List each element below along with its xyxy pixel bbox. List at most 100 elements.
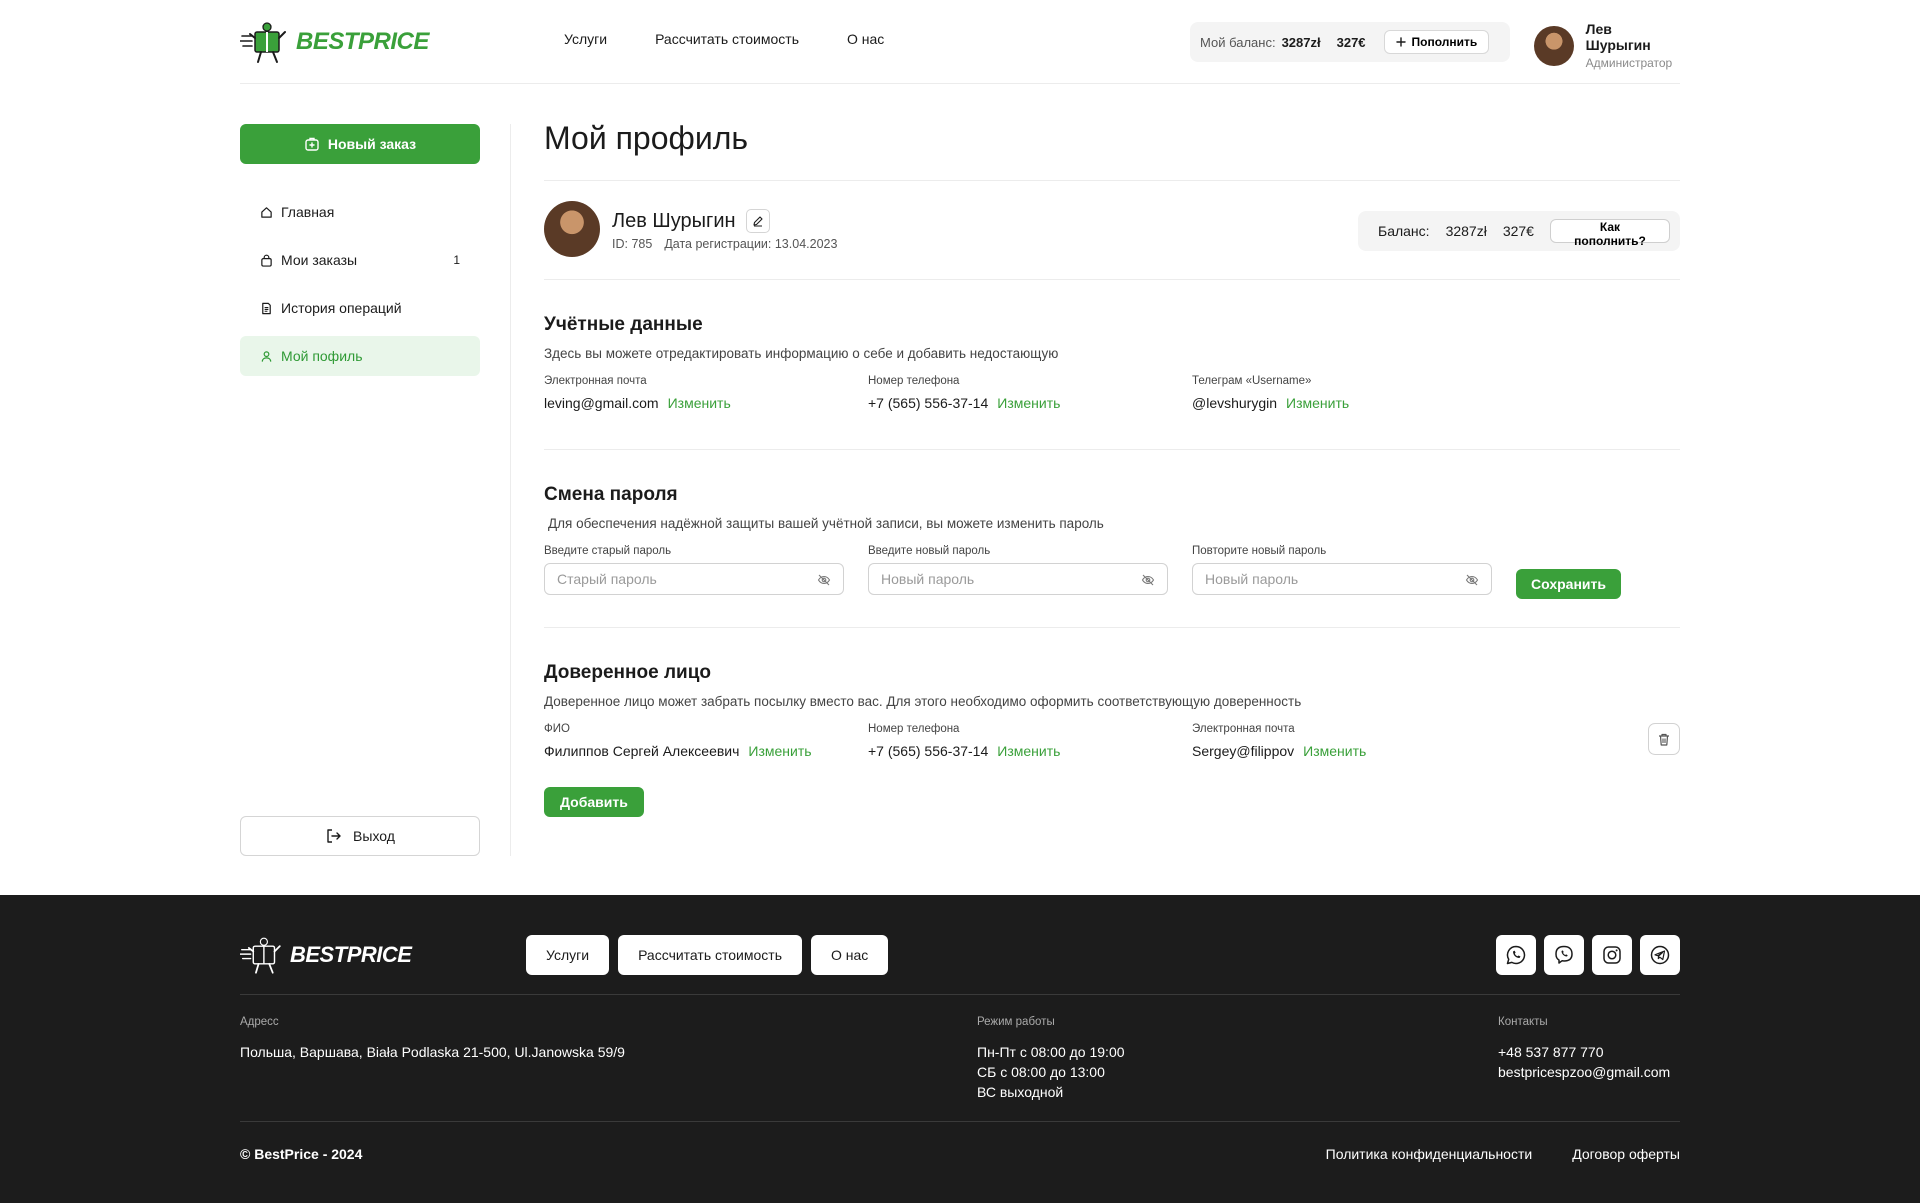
how-to-topup-button[interactable]: Как пополнить? — [1549, 219, 1670, 248]
logo-text-price: PRICE — [358, 28, 429, 55]
footer-logo[interactable]: BESTPRICE — [240, 935, 412, 975]
old-password-field: Введите старый пароль — [544, 545, 844, 595]
sidebar-item-label: Мой пофиль — [281, 348, 363, 364]
eye-off-icon[interactable] — [1465, 573, 1479, 587]
nav-calculate[interactable]: Рассчитать стоимость — [655, 31, 799, 47]
nav-services[interactable]: Услуги — [564, 31, 607, 47]
delete-trusted-button[interactable] — [1648, 723, 1680, 755]
trusted-email-field: Электронная почта Sergey@filippov Изменит… — [1192, 723, 1366, 759]
trusted-description: Доверенное лицо может забрать посылку вм… — [544, 694, 1302, 709]
document-icon — [260, 302, 273, 315]
trash-icon — [1657, 732, 1671, 747]
field-label: Электронная почта — [544, 375, 647, 387]
sidebar-item-home[interactable]: Главная — [240, 192, 480, 232]
profile-main: Мой профиль Лев Шурыгин ID: 785 Дата рег… — [544, 120, 1680, 817]
footer-contacts: Контакты +48 537 877 770 bestpricespzoo@… — [1498, 1016, 1670, 1082]
page-title: Мой профиль — [544, 120, 749, 156]
footer-nav-about[interactable]: О нас — [811, 935, 889, 975]
address-label: Адресс — [240, 1016, 279, 1028]
user-role: Администратор — [1585, 56, 1673, 70]
topup-button[interactable]: Пополнить — [1383, 30, 1490, 54]
sidebar-item-label: Главная — [281, 204, 335, 220]
contact-email[interactable]: bestpricespzoo@gmail.com — [1498, 1062, 1670, 1082]
trusted-name-field: ФИО Филиппов Сергей Алексеевич Изменить — [544, 723, 812, 759]
logout-button[interactable]: Выход — [240, 816, 480, 856]
trusted-phone-value: +7 (565) 556-37-14 — [868, 743, 989, 759]
new-order-label: Новый заказ — [327, 136, 417, 152]
logo-text-best: BEST — [290, 942, 347, 967]
sidebar-item-history[interactable]: История операций — [240, 288, 480, 328]
site-footer: BESTPRICE Услуги Рассчитать стоимость О … — [0, 895, 1920, 1203]
registration-date: Дата регистрации: 13.04.2023 — [664, 237, 838, 251]
email-field: Электронная почта leving@gmail.com Измени… — [544, 375, 731, 411]
field-label: Введите новый пароль — [868, 545, 991, 557]
offer-agreement-link[interactable]: Договор оферты — [1572, 1146, 1680, 1162]
topup-label: Пополнить — [1411, 35, 1478, 49]
new-order-button[interactable]: Новый заказ — [240, 124, 480, 164]
profile-avatar — [544, 201, 600, 257]
field-label: Номер телефона — [868, 375, 960, 387]
balance-label: Мой баланс: — [1200, 34, 1276, 50]
edit-name-button[interactable] — [745, 209, 770, 233]
save-password-button[interactable]: Сохранить — [1516, 569, 1621, 599]
contact-phone[interactable]: +48 537 877 770 — [1498, 1042, 1670, 1062]
copyright: © BestPrice - 2024 — [240, 1146, 363, 1162]
eye-off-icon[interactable] — [1141, 573, 1155, 587]
user-menu[interactable]: Лев Шурыгин Администратор — [1534, 21, 1680, 70]
sidebar-divider — [510, 124, 511, 856]
change-telegram-link[interactable]: Изменить — [1286, 395, 1349, 411]
footer-nav: Услуги Рассчитать стоимость О нас — [526, 935, 889, 975]
old-password-input[interactable] — [557, 571, 797, 587]
eye-off-icon[interactable] — [817, 573, 831, 587]
sidebar-menu: Главная Мои заказы 1 История операций Мо… — [240, 192, 480, 384]
privacy-policy-link[interactable]: Политика конфиденциальности — [1326, 1146, 1533, 1162]
phone-value: +7 (565) 556-37-14 — [868, 395, 989, 411]
courier-box-icon — [240, 20, 292, 64]
trusted-person-section: Доверенное лицо Доверенное лицо может за… — [544, 662, 1680, 817]
footer-nav-services[interactable]: Услуги — [526, 935, 610, 975]
divider — [544, 627, 1680, 628]
trusted-email-value: Sergey@filippov — [1192, 743, 1295, 759]
field-label: Телеграм «Username» — [1192, 375, 1312, 387]
hours-label: Режим работы — [977, 1016, 1055, 1028]
user-name: Лев Шурыгин — [1585, 21, 1651, 53]
password-title: Смена пароля — [544, 484, 678, 505]
balance-eur: 327€ — [1336, 34, 1366, 50]
profile-balance-card: Баланс: 3287zł 327€ Как пополнить? — [1358, 211, 1680, 251]
sidebar-item-label: История операций — [281, 300, 402, 316]
footer-address: Адресс Польша, Варшава, Biała Podlaska 2… — [240, 1016, 625, 1062]
avatar — [1534, 25, 1574, 66]
change-phone-link[interactable]: Изменить — [997, 395, 1060, 411]
footer-nav-calculate[interactable]: Рассчитать стоимость — [618, 935, 802, 975]
profile-summary: Лев Шурыгин ID: 785 Дата регистрации: 13… — [544, 181, 1680, 279]
social-links — [1496, 935, 1680, 975]
sidebar-item-profile[interactable]: Мой пофиль — [240, 336, 480, 376]
hours-saturday: СБ с 08:00 до 13:00 — [977, 1064, 1105, 1080]
new-password-input[interactable] — [881, 571, 1121, 587]
sidebar-item-orders[interactable]: Мои заказы 1 — [240, 240, 480, 280]
address-text: Польша, Варшава, Biała Podlaska 21-500, … — [240, 1044, 625, 1060]
add-trusted-button[interactable]: Добавить — [544, 787, 644, 817]
viber-icon[interactable] — [1544, 935, 1584, 975]
user-icon — [260, 350, 273, 363]
new-password-field: Введите новый пароль — [868, 545, 1168, 595]
telegram-icon[interactable] — [1640, 935, 1680, 975]
change-email-link[interactable]: Изменить — [668, 395, 731, 411]
change-trusted-name-link[interactable]: Изменить — [748, 743, 811, 759]
balance-label: Баланс: — [1378, 223, 1430, 239]
top-nav: Услуги Рассчитать стоимость О нас — [564, 31, 884, 47]
nav-about[interactable]: О нас — [847, 31, 884, 47]
field-label: ФИО — [544, 723, 570, 735]
logo[interactable]: BESTPRICE — [240, 20, 429, 64]
instagram-icon[interactable] — [1592, 935, 1632, 975]
hours-weekdays: Пн-Пт с 08:00 до 19:00 — [977, 1044, 1125, 1060]
repeat-password-input[interactable] — [1205, 571, 1445, 587]
phone-field: Номер телефона +7 (565) 556-37-14 Изменит… — [868, 375, 1060, 411]
logout-icon — [325, 827, 343, 845]
site-header: BESTPRICE Услуги Рассчитать стоимость О … — [240, 0, 1680, 84]
change-trusted-phone-link[interactable]: Изменить — [997, 743, 1060, 759]
change-trusted-email-link[interactable]: Изменить — [1303, 743, 1366, 759]
whatsapp-icon[interactable] — [1496, 935, 1536, 975]
telegram-value: @levshurygin — [1192, 395, 1278, 411]
account-title: Учётные данные — [544, 314, 703, 335]
